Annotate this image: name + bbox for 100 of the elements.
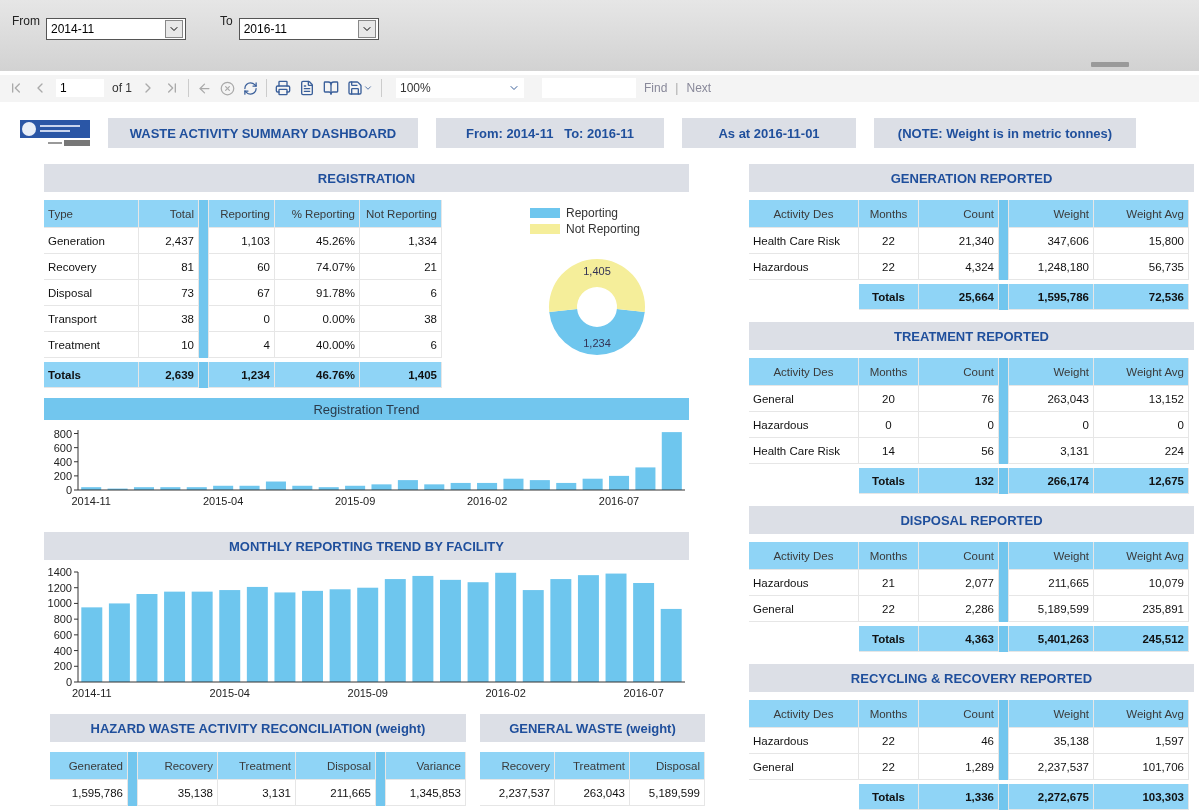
column-header: Weight Avg [1094, 200, 1189, 228]
column-header: Months [859, 542, 919, 570]
table-cell: 245,512 [1094, 626, 1189, 652]
table-cell: 1,597 [1094, 728, 1189, 754]
table-cell: 0 [209, 306, 275, 332]
column-header: Months [859, 700, 919, 728]
column-header: Weight [1009, 700, 1094, 728]
table-cell: 22 [859, 228, 919, 254]
table-cell: 12,675 [1094, 468, 1189, 494]
table-cell: 25,664 [919, 284, 999, 310]
tick-label: 2015-09 [334, 495, 376, 507]
table-cell: 1,595,786 [1009, 284, 1094, 310]
tick-label: 600 [53, 441, 72, 454]
table-cell: 22 [859, 728, 919, 754]
table-cell: 38 [360, 306, 442, 332]
table-cell: 0 [1094, 412, 1189, 438]
column-header: Count [919, 700, 999, 728]
column-header: Activity Des [749, 542, 859, 570]
parameter-label: To [220, 14, 233, 28]
section-heading: GENERATION REPORTED [749, 164, 1194, 192]
table-cell: Hazardous [749, 570, 859, 596]
section-heading: REGISTRATION [44, 164, 689, 192]
table-cell: 74.07% [275, 254, 360, 280]
data-label: 1,405 [583, 265, 611, 277]
table-cell: 13,152 [1094, 386, 1189, 412]
table-cell: 1,103 [209, 228, 275, 254]
table-cell: 103,303 [1094, 784, 1189, 810]
section-heading: HAZARD WASTE ACTIVITY RECONCILIATION (weight) [50, 714, 466, 742]
column-header: Activity Des [749, 358, 859, 386]
column-header: Treatment [555, 752, 630, 780]
table-cell: 6 [360, 332, 442, 358]
table-cell: 263,043 [1009, 386, 1094, 412]
table-cell: Hazardous [749, 412, 859, 438]
table-cell: Hazardous [749, 254, 859, 280]
table-cell: 5,401,263 [1009, 626, 1094, 652]
tick-label: 2016-02 [485, 687, 526, 699]
page-count: of 1 [112, 81, 132, 96]
tick-label: 2014-11 [71, 495, 111, 507]
column-header: % Reporting [275, 200, 360, 228]
table-cell: 211,665 [1009, 570, 1094, 596]
table-cell: 132 [919, 468, 999, 494]
table-cell: 347,606 [1009, 228, 1094, 254]
as-at-date: As at 2016-11-01 [682, 118, 856, 148]
table-cell: 10 [139, 332, 199, 358]
table-cell: 2,077 [919, 570, 999, 596]
data-label: 1,234 [583, 337, 611, 349]
table-cell: 1,334 [360, 228, 442, 254]
column-header: Not Reporting [360, 200, 442, 228]
table-cell: 3,131 [1009, 438, 1094, 464]
table-cell: 60 [209, 254, 275, 280]
table-cell: 14 [859, 438, 919, 464]
table-cell: Health Care Risk [749, 438, 859, 464]
column-header: Recovery [138, 752, 218, 780]
table-cell: 56,735 [1094, 254, 1189, 280]
table-cell: 0 [919, 412, 999, 438]
weight-note: (NOTE: Weight is in metric tonnes) [874, 118, 1136, 148]
table-cell: 35,138 [138, 780, 218, 806]
tick-label: 2016-02 [466, 495, 508, 507]
column-header: Generated [50, 752, 128, 780]
table-cell: Totals [859, 784, 919, 810]
table-cell: 40.00% [275, 332, 360, 358]
section-heading: TREATMENT REPORTED [749, 322, 1194, 350]
table-cell: 211,665 [296, 780, 376, 806]
section-heading: RECYCLING & RECOVERY REPORTED [749, 664, 1194, 692]
table-cell: 21 [360, 254, 442, 280]
table-cell: 5,189,599 [630, 780, 705, 806]
legend-label: Not Reporting [566, 222, 641, 236]
table-cell: 101,706 [1094, 754, 1189, 780]
table-cell: 266,174 [1009, 468, 1094, 494]
table-cell: Generation [44, 228, 139, 254]
table-cell: 2,272,675 [1009, 784, 1094, 810]
table-cell: 6 [360, 280, 442, 306]
column-header: Reporting [209, 200, 275, 228]
table-cell: 2,237,537 [480, 780, 555, 806]
table-cell: Health Care Risk [749, 228, 859, 254]
column-header: Variance [386, 752, 466, 780]
table-cell: 76 [919, 386, 999, 412]
chart-heading: Registration Trend [44, 398, 689, 420]
table-cell: 1,405 [360, 362, 442, 388]
tick-label: 2016-07 [598, 495, 640, 507]
table-cell: Recovery [44, 254, 139, 280]
column-header: Weight [1009, 200, 1094, 228]
column-header: Months [859, 200, 919, 228]
tick-label: 200 [53, 469, 72, 482]
table-cell: 67 [209, 280, 275, 306]
tick-label: 400 [53, 455, 72, 468]
column-header: Weight [1009, 358, 1094, 386]
table-cell: General [749, 596, 859, 622]
table-cell: Totals [859, 284, 919, 310]
tick-label: 2014-11 [72, 687, 112, 699]
table-cell: 235,891 [1094, 596, 1189, 622]
table-cell: 22 [859, 254, 919, 280]
table-cell: 0.00% [275, 306, 360, 332]
table-cell: 224 [1094, 438, 1189, 464]
legend-label: Reporting [566, 206, 619, 220]
table-cell: General [749, 754, 859, 780]
table-cell: Totals [44, 362, 139, 388]
section-heading: GENERAL WASTE (weight) [480, 714, 705, 742]
table-cell: 5,189,599 [1009, 596, 1094, 622]
table-cell: 72,536 [1094, 284, 1189, 310]
